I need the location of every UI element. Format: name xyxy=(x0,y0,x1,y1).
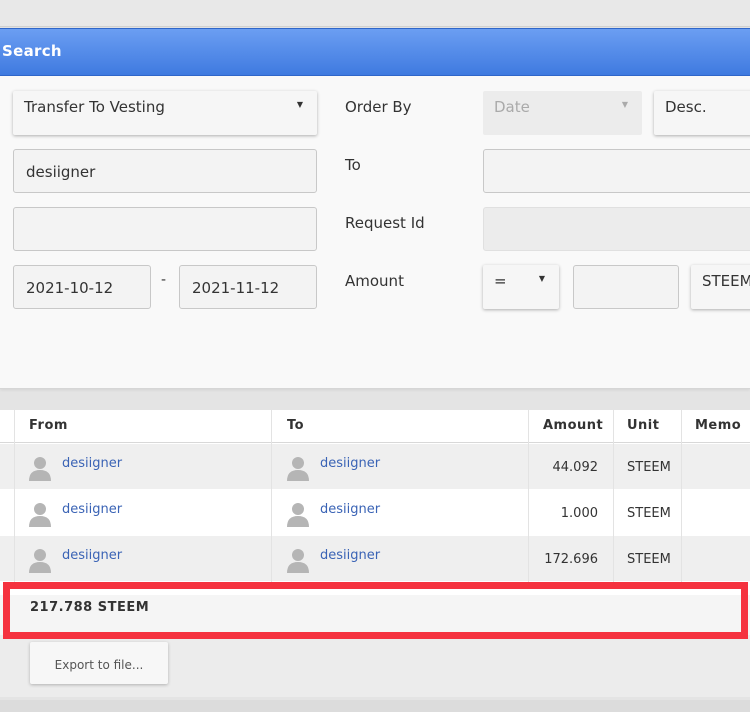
column-divider xyxy=(613,410,614,582)
column-header-unit[interactable]: Unit xyxy=(627,410,659,442)
user-avatar-icon xyxy=(287,549,309,573)
to-account-input[interactable] xyxy=(483,149,750,193)
amount-cell: 172.696 xyxy=(544,552,598,567)
column-header-from[interactable]: From xyxy=(29,410,68,442)
from-account-input[interactable]: desiigner xyxy=(13,149,317,193)
top-bar xyxy=(0,0,750,27)
from-account-link[interactable]: desiigner xyxy=(62,548,122,563)
operation-select[interactable]: Transfer To Vesting ▼ xyxy=(13,91,317,135)
amount-cell: 44.092 xyxy=(552,460,599,475)
highlight-box xyxy=(3,582,748,639)
order-direction-select[interactable]: Desc. xyxy=(654,91,750,135)
from-account-link[interactable]: desiigner xyxy=(62,456,122,471)
user-avatar-icon xyxy=(29,503,51,527)
amount-unit-value: STEEM xyxy=(702,272,750,290)
search-header: Search xyxy=(0,28,750,76)
user-avatar-icon xyxy=(29,457,51,481)
order-direction-value: Desc. xyxy=(665,98,707,116)
export-button[interactable]: Export to file... xyxy=(30,642,168,684)
user-avatar-icon xyxy=(29,549,51,573)
amount-cell: 1.000 xyxy=(560,506,598,521)
from-account-link[interactable]: desiigner xyxy=(62,502,122,517)
order-by-label: Order By xyxy=(345,98,412,116)
column-header-amount[interactable]: Amount xyxy=(543,410,603,442)
request-id-input[interactable] xyxy=(483,207,750,251)
to-account-link[interactable]: desiigner xyxy=(320,548,380,563)
chevron-down-icon: ▼ xyxy=(296,100,303,109)
unit-cell: STEEM xyxy=(627,460,671,475)
user-avatar-icon xyxy=(287,457,309,481)
footer-bar xyxy=(0,700,750,712)
search-title: Search xyxy=(2,42,62,60)
to-account-link[interactable]: desiigner xyxy=(320,456,380,471)
amount-unit-select[interactable]: STEEM xyxy=(691,265,750,309)
unit-cell: STEEM xyxy=(627,552,671,567)
column-divider xyxy=(271,410,272,582)
amount-operator-select[interactable]: = ▼ xyxy=(483,265,559,309)
user-avatar-icon xyxy=(287,503,309,527)
extra-input[interactable] xyxy=(13,207,317,251)
column-divider xyxy=(681,410,682,582)
operation-select-value: Transfer To Vesting xyxy=(24,98,165,116)
to-account-link[interactable]: desiigner xyxy=(320,502,380,517)
amount-operator-value: = xyxy=(494,272,507,290)
order-by-select-value: Date xyxy=(494,98,530,116)
header-divider xyxy=(0,442,750,443)
amount-label: Amount xyxy=(345,272,404,290)
unit-cell: STEEM xyxy=(627,506,671,521)
date-from-input[interactable]: 2021-10-12 xyxy=(13,265,151,309)
amount-input[interactable] xyxy=(573,265,679,309)
chevron-down-icon: ▼ xyxy=(621,100,628,109)
request-id-label: Request Id xyxy=(345,214,425,232)
date-separator: - xyxy=(161,272,167,288)
chevron-down-icon: ▼ xyxy=(538,274,545,283)
table-row: desiigner desiigner 44.092 STEEM xyxy=(0,444,750,489)
column-divider xyxy=(528,410,529,582)
column-header-memo[interactable]: Memo xyxy=(695,410,741,442)
date-to-input[interactable]: 2021-11-12 xyxy=(179,265,317,309)
column-divider xyxy=(14,410,15,582)
to-label: To xyxy=(345,156,361,174)
order-by-select[interactable]: Date ▼ xyxy=(483,91,642,135)
column-header-to[interactable]: To xyxy=(287,410,304,442)
table-row: desiigner desiigner 172.696 STEEM xyxy=(0,536,750,581)
table-row: desiigner desiigner 1.000 STEEM xyxy=(0,490,750,535)
